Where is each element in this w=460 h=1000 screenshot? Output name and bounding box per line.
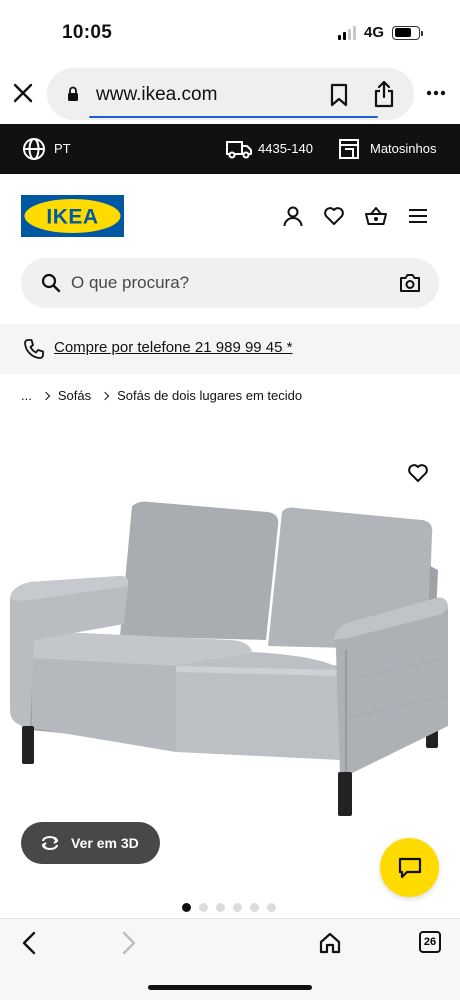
chevron-right-icon (41, 391, 51, 400)
status-bar: 10:05 4G (0, 0, 460, 66)
search-icon (41, 273, 61, 293)
carousel-dot[interactable] (267, 903, 276, 912)
basket-icon[interactable] (365, 205, 387, 227)
share-icon[interactable] (373, 80, 395, 108)
close-icon[interactable] (12, 82, 34, 104)
address-bar[interactable]: www.ikea.com (47, 68, 414, 120)
chevron-right-icon (100, 391, 110, 400)
globe-icon[interactable] (22, 137, 46, 161)
url-text[interactable]: www.ikea.com (96, 84, 217, 106)
more-icon[interactable] (426, 90, 446, 96)
status-time: 10:05 (62, 22, 113, 43)
forward-icon[interactable] (120, 931, 138, 955)
network-type: 4G (363, 24, 384, 41)
view-3d-button[interactable]: Ver em 3D (21, 822, 160, 864)
store-selector[interactable]: Matosinhos (370, 141, 436, 156)
carousel-indicator (182, 903, 276, 912)
sofa-product-image (10, 501, 448, 816)
browser-toolbar: www.ikea.com (0, 66, 460, 124)
back-icon[interactable] (20, 931, 38, 955)
bookmark-icon[interactable] (329, 83, 349, 107)
top-strip: PT 4435-140 Matosinhos (0, 124, 460, 174)
browser-bottom-toolbar: 26 (0, 918, 460, 1000)
postal-code[interactable]: 4435-140 (258, 141, 313, 156)
rotate-3d-icon (42, 836, 58, 850)
carousel-dot[interactable] (182, 903, 191, 912)
heart-icon[interactable] (323, 205, 345, 227)
carousel-dot[interactable] (216, 903, 225, 912)
search-bar (21, 258, 439, 308)
site-header: IKEA (0, 174, 460, 258)
phone-order-link[interactable]: Compre por telefone 21 989 99 45 * (54, 339, 293, 356)
home-icon[interactable] (318, 931, 342, 955)
battery-icon (392, 25, 423, 40)
breadcrumb: ... Sofás Sofás de dois lugares em tecid… (21, 388, 302, 403)
view-3d-label: Ver em 3D (71, 835, 139, 851)
heart-icon[interactable] (407, 463, 429, 483)
menu-icon[interactable] (407, 205, 429, 227)
breadcrumb-ellipsis[interactable]: ... (21, 388, 32, 403)
status-indicators: 4G (337, 24, 423, 41)
carousel-dot[interactable] (250, 903, 259, 912)
phone-icon (24, 339, 44, 359)
phone-banner: Compre por telefone 21 989 99 45 * (0, 324, 460, 374)
product-gallery[interactable]: Ver em 3D (0, 420, 460, 900)
language-selector[interactable]: PT (54, 141, 71, 156)
search-input[interactable] (71, 258, 381, 308)
ikea-logo[interactable]: IKEA (21, 195, 124, 237)
signal-icon (337, 25, 356, 40)
tabs-button[interactable]: 26 (419, 931, 441, 953)
camera-icon[interactable] (399, 273, 421, 293)
chat-icon (398, 857, 421, 878)
user-icon[interactable] (282, 205, 304, 227)
truck-icon[interactable] (226, 139, 252, 159)
store-icon[interactable] (338, 138, 360, 160)
breadcrumb-item-two-seat-sofas[interactable]: Sofás de dois lugares em tecido (117, 388, 302, 403)
lock-icon (68, 86, 78, 101)
svg-text:IKEA: IKEA (46, 206, 98, 229)
breadcrumb-item-sofas[interactable]: Sofás (58, 388, 91, 403)
chat-button[interactable] (380, 838, 439, 897)
carousel-dot[interactable] (233, 903, 242, 912)
home-indicator (148, 985, 312, 990)
carousel-dot[interactable] (199, 903, 208, 912)
